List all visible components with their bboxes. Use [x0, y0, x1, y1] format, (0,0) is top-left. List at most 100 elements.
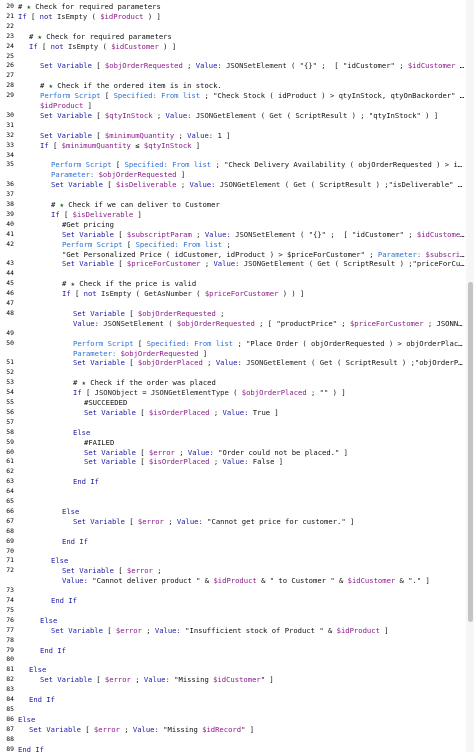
code-line[interactable]: 71 Else — [0, 556, 466, 565]
code-line[interactable]: 24 If [ not IsEmpty ( $idCustomer ) ] — [0, 42, 466, 51]
code-token: Else — [73, 427, 91, 437]
code-line[interactable]: 77 Set Variable [ $error ; Value: "Insuff… — [0, 626, 466, 635]
code-text: Parameter: $objOrderRequested ] — [51, 170, 466, 179]
code-line[interactable]: 34 — [0, 151, 466, 160]
code-line[interactable]: 35 Perform Script [ Specified: From list … — [0, 160, 466, 169]
code-line[interactable]: 60 Set Variable [ $error ; Value: "Order … — [0, 448, 466, 457]
code-line[interactable]: 56 Set Variable [ $isOrderPlaced ; Value:… — [0, 408, 466, 417]
vertical-scrollbar[interactable] — [466, 0, 474, 752]
code-token: Value: — [187, 447, 214, 457]
code-line[interactable]: 82 Set Variable [ $error ; Value: "Missin… — [0, 675, 466, 684]
script-editor[interactable]: 20 # ★ Check for required parameters 21 If … — [0, 0, 466, 752]
code-line[interactable]: 73 — [0, 586, 466, 595]
code-line[interactable]: 43 Set Variable [ $priceForCustomer ; Val… — [0, 259, 466, 268]
code-token: ] — [83, 101, 92, 110]
code-line[interactable]: 79 End If — [0, 646, 466, 655]
code-line[interactable]: 25 — [0, 52, 466, 61]
code-line[interactable]: 81 Else — [0, 665, 466, 674]
code-line[interactable]: "Get Personalized Price ( idCustomer, id… — [0, 250, 466, 259]
code-token: $objOrderRequested — [120, 348, 199, 358]
code-line[interactable]: 86 Else — [0, 715, 466, 724]
code-line[interactable]: $idProduct ] — [0, 101, 466, 110]
code-token: If — [73, 388, 82, 398]
code-line[interactable]: 70 — [0, 547, 466, 556]
code-line[interactable]: 28 # ★ Check if the ordered item is in st… — [0, 81, 466, 90]
code-line[interactable]: 65 — [0, 497, 466, 506]
code-line[interactable]: 69 End If — [0, 537, 466, 546]
code-line[interactable]: 58 Else — [0, 428, 466, 437]
code-text: Set Variable [ $isOrderPlaced ; Value: F… — [84, 457, 466, 466]
code-line[interactable]: 23 # ★ Check for required parameters — [0, 32, 466, 41]
code-line[interactable]: 33 If [ $minimumQuantity ≤ $qtyInStock ] — [0, 141, 466, 150]
code-line[interactable]: 21 If [ not IsEmpty ( $idProduct ) ] — [0, 12, 466, 21]
code-line[interactable]: 68 — [0, 527, 466, 536]
code-token: [ — [135, 407, 149, 417]
code-line[interactable]: 78 — [0, 636, 466, 645]
code-line[interactable]: 47 — [0, 299, 466, 308]
code-line[interactable]: 88 — [0, 735, 466, 744]
code-text: #SUCCEEDED — [84, 398, 466, 407]
code-line[interactable]: 36 Set Variable [ $isDeliverable ; Value:… — [0, 180, 466, 189]
code-line[interactable]: 32 Set Variable [ $minimumQuantity ; Valu… — [0, 131, 466, 140]
code-token: ) ) ] — [278, 289, 305, 299]
code-token: Get — [319, 358, 333, 368]
code-line[interactable]: 49 — [0, 329, 466, 338]
code-line[interactable]: 46 If [ not IsEmpty ( GetAsNumber ( $pric… — [0, 289, 466, 298]
code-text: Set Variable [ $objOrderRequested ; Valu… — [40, 61, 466, 70]
code-line[interactable]: Value: "Cannot deliver product " & $idPr… — [0, 576, 466, 585]
code-token: # — [51, 200, 60, 209]
code-token: [ — [91, 130, 105, 140]
code-line[interactable]: 30 Set Variable [ $qtyInStock ; Value: JS… — [0, 111, 466, 120]
code-line[interactable]: 22 — [0, 22, 466, 31]
code-line[interactable]: 66 Else — [0, 507, 466, 516]
code-text: End If — [29, 695, 466, 704]
code-line[interactable]: Parameter: $objOrderRequested ] — [0, 170, 466, 179]
code-line[interactable]: 63 End If — [0, 477, 466, 486]
code-line[interactable]: 31 — [0, 121, 466, 130]
code-line[interactable]: 40 #Get pricing — [0, 220, 466, 229]
code-token: "Order could not be placed." ] — [213, 447, 348, 457]
code-line[interactable]: 41 Set Variable [ $subscriptParam ; Value… — [0, 230, 466, 239]
code-token: $minimumQuantity — [104, 130, 175, 140]
code-line[interactable]: Value: JSONSetElement ( $objOrderRequest… — [0, 319, 466, 328]
code-line[interactable]: 29 Perform Script [ Specified: From list … — [0, 91, 466, 100]
code-line[interactable]: 83 — [0, 685, 466, 694]
code-token: ] — [379, 625, 389, 635]
code-line[interactable]: 37 — [0, 190, 466, 199]
code-line[interactable]: 38 # ★ Check if we can deliver to Custome… — [0, 200, 466, 209]
code-line[interactable]: 59 #FAILED — [0, 438, 466, 447]
code-line[interactable]: Parameter: $objOrderRequested ] — [0, 349, 466, 358]
code-line[interactable]: 55 #SUCCEEDED — [0, 398, 466, 407]
code-line[interactable]: 27 — [0, 71, 466, 80]
code-line[interactable]: 26 Set Variable [ $objOrderRequested ; Va… — [0, 61, 466, 70]
code-line[interactable]: 64 — [0, 487, 466, 496]
code-line[interactable]: 76 Else — [0, 616, 466, 625]
code-line[interactable]: 48 Set Variable [ $objOrderRequested ; — [0, 309, 466, 318]
code-line[interactable]: 20 # ★ Check for required parameters — [0, 2, 466, 11]
code-line[interactable]: 52 — [0, 368, 466, 377]
code-line[interactable]: 85 — [0, 705, 466, 714]
code-line[interactable]: 74 End If — [0, 596, 466, 605]
code-line[interactable]: 67 Set Variable [ $error ; Value: "Cannot… — [0, 517, 466, 526]
code-line[interactable]: 87 Set Variable [ $error ; Value: "Missin… — [0, 725, 466, 734]
code-line[interactable]: 75 — [0, 606, 466, 615]
code-line[interactable]: 39 If [ $isDeliverable ] — [0, 210, 466, 219]
code-line[interactable]: 80 — [0, 655, 466, 664]
code-line[interactable]: 61 Set Variable [ $isOrderPlaced ; Value:… — [0, 457, 466, 466]
code-line[interactable]: 84 End If — [0, 695, 466, 704]
code-line[interactable]: 45 # ★ Check if the price is valid — [0, 279, 466, 288]
code-line[interactable]: 53 # ★ Check if the order was placed — [0, 378, 466, 387]
code-line[interactable]: 62 — [0, 467, 466, 476]
line-number: 50 — [6, 338, 14, 347]
code-line[interactable]: 51 Set Variable [ $objOrderPlaced ; Value… — [0, 358, 466, 367]
code-line[interactable]: 54 If [ JSONObject = JSONGetElementType (… — [0, 388, 466, 397]
code-line[interactable]: 42 Perform Script [ Specified: From list … — [0, 240, 466, 249]
code-token: ; [ "productPrice" ; — [254, 318, 350, 328]
code-token: ( — [280, 180, 294, 190]
code-line[interactable]: 57 — [0, 418, 466, 427]
scrollbar-thumb[interactable] — [468, 282, 473, 622]
code-line[interactable]: 44 — [0, 269, 466, 278]
code-line[interactable]: 72 Set Variable [ $error ; — [0, 566, 466, 575]
code-line[interactable]: 89 End If — [0, 745, 466, 752]
code-line[interactable]: 50 Perform Script [ Specified: From list … — [0, 339, 466, 348]
